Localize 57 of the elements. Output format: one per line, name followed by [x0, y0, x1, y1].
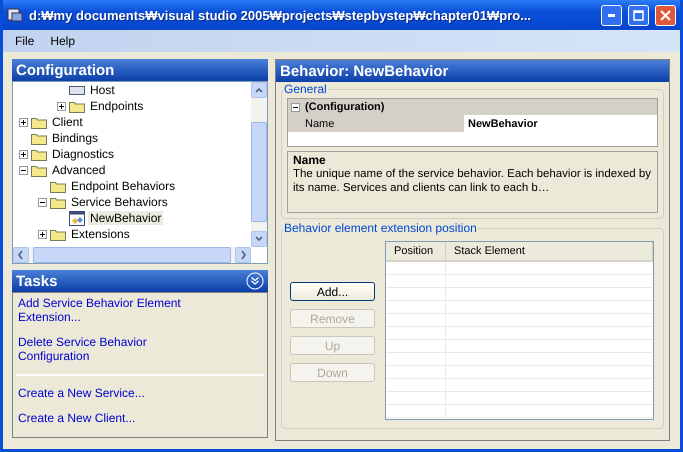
- task-link[interactable]: Create a New Client...: [18, 411, 218, 425]
- expand-icon[interactable]: [57, 102, 66, 110]
- tree-item[interactable]: Client: [50, 115, 85, 129]
- task-link[interactable]: Delete Service Behavior Configuration: [18, 335, 218, 363]
- expand-icon[interactable]: [19, 118, 28, 126]
- panel-header: Configuration: [12, 59, 268, 81]
- panel-title: Tasks: [16, 272, 58, 290]
- column-header[interactable]: Position: [386, 242, 446, 260]
- tree-item[interactable]: Bindings: [50, 131, 100, 145]
- menu-item[interactable]: Help: [44, 32, 82, 50]
- maximize-icon: [633, 10, 644, 20]
- task-link[interactable]: Create a New Service...: [18, 386, 218, 400]
- tree-item[interactable]: Service Behaviors: [69, 195, 170, 209]
- folder-icon: [50, 228, 66, 240]
- server-icon: [69, 86, 85, 94]
- column-header[interactable]: Stack Element: [446, 242, 653, 260]
- collapse-chevron-icon[interactable]: [246, 272, 264, 290]
- folder-icon: [50, 196, 66, 208]
- menu-item[interactable]: File: [9, 32, 40, 50]
- app-icon: [7, 7, 23, 23]
- property-name: Name: [288, 115, 464, 132]
- task-link[interactable]: Add Service Behavior Element Extension...: [18, 296, 218, 324]
- minimize-icon: [608, 14, 615, 16]
- collapse-icon[interactable]: [291, 102, 300, 112]
- tree-item[interactable]: NewBehavior: [88, 211, 164, 225]
- tree-item[interactable]: Host: [88, 83, 117, 97]
- help-title: Name: [293, 153, 327, 167]
- close-button[interactable]: [655, 4, 676, 26]
- folder-icon: [69, 100, 85, 112]
- group-legend: General: [283, 82, 328, 96]
- tree-item[interactable]: Endpoint Behaviors: [69, 179, 178, 193]
- expand-icon[interactable]: [38, 230, 47, 238]
- folder-icon: [31, 132, 47, 144]
- tree-item[interactable]: Endpoints: [88, 99, 146, 113]
- folder-icon: [31, 148, 47, 160]
- minimize-button[interactable]: [601, 4, 622, 26]
- panel-header: Behavior: NewBehavior: [276, 60, 669, 82]
- collapse-icon[interactable]: [19, 166, 28, 174]
- folder-icon: [31, 164, 47, 176]
- maximize-button[interactable]: [628, 4, 649, 26]
- collapse-icon[interactable]: [38, 198, 47, 206]
- close-icon: [660, 10, 671, 20]
- help-text: The unique name of the service behavior. Each behavior is indexed by its name. Services and clients can link to each b…: [293, 167, 652, 195]
- action-button[interactable]: Add...: [290, 282, 375, 301]
- tree-item[interactable]: Extensions: [69, 227, 132, 241]
- tree-item[interactable]: Advanced: [50, 163, 108, 177]
- expand-icon[interactable]: [19, 150, 28, 158]
- property-value[interactable]: NewBehavior: [464, 115, 657, 132]
- behavior-icon: [69, 210, 85, 226]
- window-title: d:₩my documents₩visual studio 2005₩projects₩stepbystep₩chapter01₩pro...: [29, 8, 532, 22]
- tree-item[interactable]: Diagnostics: [50, 147, 116, 161]
- vertical-scrollbar[interactable]: [251, 82, 267, 247]
- folder-icon: [50, 180, 66, 192]
- category-label: (Configuration): [305, 101, 384, 113]
- horizontal-scrollbar[interactable]: [13, 247, 251, 263]
- folder-icon: [31, 116, 47, 128]
- group-legend: Behavior element extension position: [283, 221, 478, 235]
